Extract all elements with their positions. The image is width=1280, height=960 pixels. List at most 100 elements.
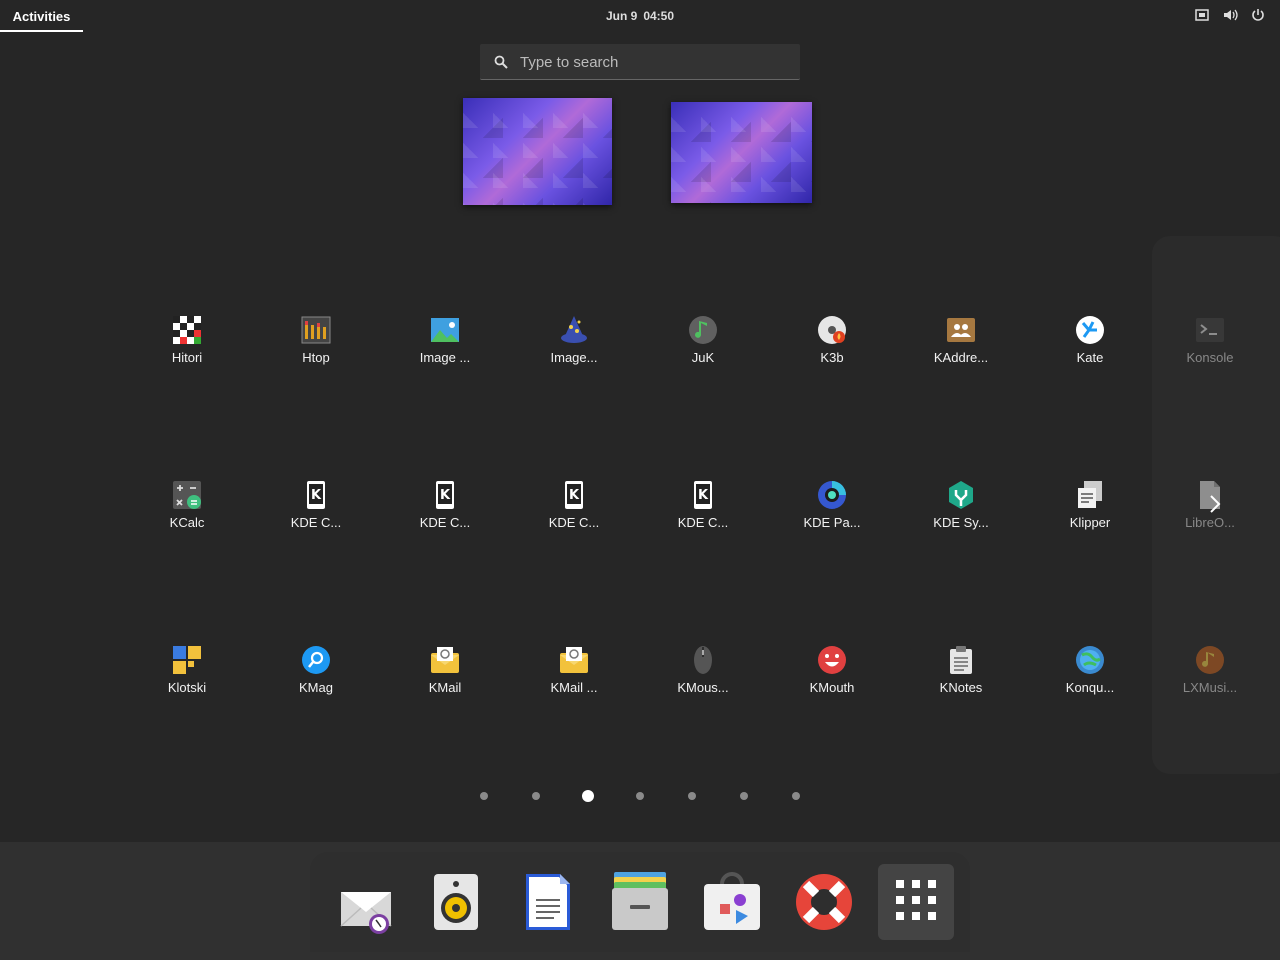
kmail-icon [431, 647, 459, 673]
app-juk[interactable]: JuK [648, 315, 758, 395]
app-kde-connect[interactable]: K KDE C... [261, 480, 371, 560]
show-apps-icon[interactable] [884, 870, 948, 934]
k3b-icon [818, 316, 846, 344]
konqueror-icon [1076, 646, 1104, 674]
clock-time: 04:50 [643, 9, 675, 23]
app-kde-partition[interactable]: KDE Pa... [777, 480, 887, 560]
page-dot-1[interactable] [480, 792, 488, 800]
app-label: LibreO... [1185, 515, 1235, 530]
app-kmail[interactable]: KMail ... [519, 645, 629, 725]
app-label: Konqu... [1065, 680, 1115, 695]
app-libreoffice[interactable]: LibreO... [1155, 480, 1265, 560]
app-label: Htop [302, 350, 330, 365]
app-label: Konsole [1186, 350, 1234, 365]
app-label: KDE C... [548, 515, 600, 530]
app-konsole[interactable]: Konsole [1155, 315, 1265, 395]
help-icon[interactable] [792, 870, 856, 934]
app-kmouse[interactable]: KMous... [648, 645, 758, 725]
search-input[interactable] [520, 44, 790, 80]
kate-icon [1076, 316, 1104, 344]
app-label: Hitori [171, 350, 203, 365]
app-label: KDE Sy... [933, 515, 989, 530]
app-kde-connect[interactable]: K KDE C... [390, 480, 500, 560]
page-dot-2[interactable] [532, 792, 540, 800]
app-label: Klipper [1069, 515, 1111, 530]
app-kcalc[interactable]: KCalc [132, 480, 242, 560]
workspace-thumbnail-2[interactable] [671, 102, 812, 203]
power-icon[interactable] [1250, 7, 1266, 23]
app-kde-connect[interactable]: K KDE C... [648, 480, 758, 560]
app-label: KNotes [939, 680, 983, 695]
app-kmail[interactable]: KMail [390, 645, 500, 725]
page-indicator [0, 790, 1280, 802]
app-label: Image... [550, 350, 598, 365]
app-label: Kate [1076, 350, 1104, 365]
volume-icon[interactable] [1222, 7, 1238, 23]
network-wired-icon[interactable] [1194, 7, 1210, 23]
app-kde-system[interactable]: KDE Sy... [906, 480, 1016, 560]
app-kaddressbook[interactable]: KAddre... [906, 315, 1016, 395]
image-viewer-icon [431, 318, 459, 342]
system-tray[interactable] [1194, 7, 1266, 23]
evolution-icon[interactable] [335, 870, 399, 934]
rhythmbox-icon[interactable] [424, 870, 488, 934]
app-label: KMouth [809, 680, 855, 695]
page-dot-7[interactable] [792, 792, 800, 800]
app-label: KMag [299, 680, 333, 695]
app-label: KMail ... [550, 680, 598, 695]
app-hitori[interactable]: Hitori [132, 315, 242, 395]
app-k3b[interactable]: K3b [777, 315, 887, 395]
svg-text:K: K [311, 488, 322, 503]
hitori-icon [173, 316, 201, 344]
search-icon [494, 55, 508, 69]
kde-system-icon [949, 481, 973, 509]
page-dot-3[interactable] [582, 790, 594, 802]
kaddressbook-icon [947, 318, 975, 342]
app-label: Image ... [419, 350, 471, 365]
app-label: KDE C... [419, 515, 471, 530]
knotes-icon [950, 646, 972, 674]
svg-text:K: K [698, 488, 709, 503]
htop-icon [301, 316, 331, 344]
app-klotski[interactable]: Klotski [132, 645, 242, 725]
app-label: K3b [820, 350, 844, 365]
chevron-right-icon[interactable] [1208, 494, 1222, 514]
search-bar[interactable] [480, 44, 800, 80]
top-bar: Activities Jun 9 04:50 [0, 0, 1280, 32]
software-icon[interactable] [700, 870, 764, 934]
clock[interactable]: Jun 9 04:50 [0, 0, 1280, 32]
app-label: KDE C... [677, 515, 729, 530]
app-kmouth[interactable]: KMouth [777, 645, 887, 725]
app-label: KDE C... [290, 515, 342, 530]
kmouth-icon [818, 646, 846, 674]
app-label: LXMusi... [1182, 680, 1238, 695]
app-kate[interactable]: Kate [1035, 315, 1145, 395]
app-knotes[interactable]: KNotes [906, 645, 1016, 725]
app-kmag[interactable]: KMag [261, 645, 371, 725]
app-htop[interactable]: Htop [261, 315, 371, 395]
workspace-thumbnail-1[interactable] [463, 98, 612, 205]
clock-date: Jun 9 [605, 9, 638, 23]
kmail-icon [560, 647, 588, 673]
app-klipper[interactable]: Klipper [1035, 480, 1145, 560]
app-konqueror[interactable]: Konqu... [1035, 645, 1145, 725]
app-label: KMous... [677, 680, 729, 695]
app-image-wizard[interactable]: Image... [519, 315, 629, 395]
kde-partition-icon [818, 481, 846, 509]
konsole-icon [1196, 318, 1224, 342]
app-label: KDE Pa... [803, 515, 861, 530]
writer-icon[interactable] [516, 870, 580, 934]
app-lxmusic[interactable]: LXMusi... [1155, 645, 1265, 725]
app-kde-connect[interactable]: K KDE C... [519, 480, 629, 560]
app-image-viewer[interactable]: Image ... [390, 315, 500, 395]
kmag-icon [302, 646, 330, 674]
app-label: KMail [428, 680, 462, 695]
files-icon[interactable] [608, 870, 672, 934]
page-dot-4[interactable] [636, 792, 644, 800]
kde-connect-icon: K [565, 481, 583, 509]
svg-text:K: K [440, 488, 451, 503]
page-dot-6[interactable] [740, 792, 748, 800]
page-dot-5[interactable] [688, 792, 696, 800]
kde-connect-icon: K [436, 481, 454, 509]
app-label: KCalc [169, 515, 205, 530]
